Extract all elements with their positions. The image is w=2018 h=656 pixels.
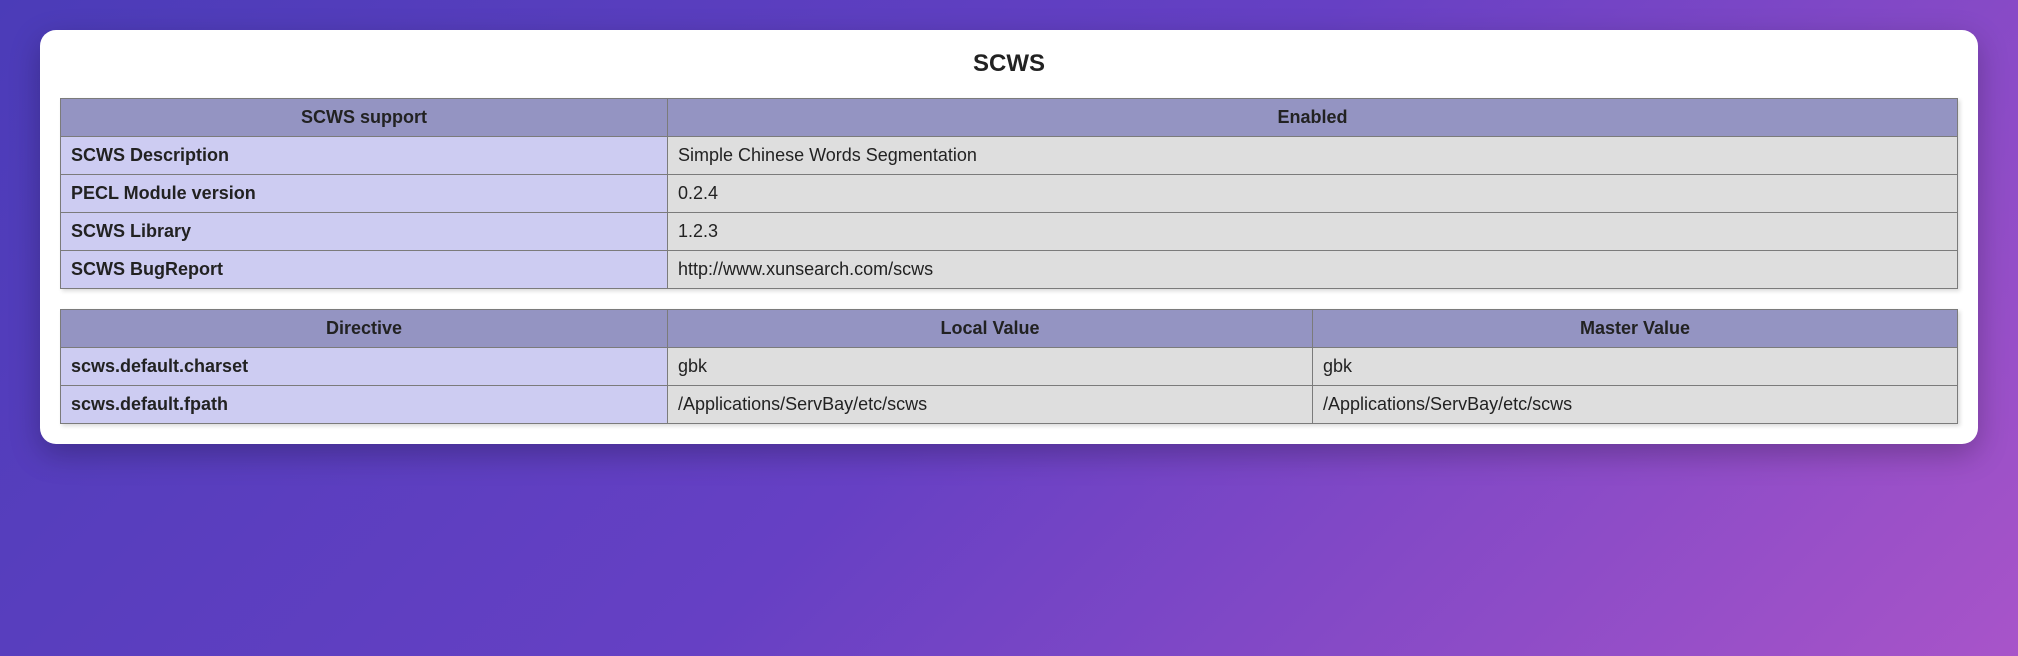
directive-name: scws.default.fpath [61, 386, 668, 424]
info-value: http://www.xunsearch.com/scws [668, 251, 1958, 289]
info-key: PECL Module version [61, 175, 668, 213]
info-key: SCWS Description [61, 137, 668, 175]
directive-master: gbk [1313, 348, 1958, 386]
table-row: SCWS BugReport http://www.xunsearch.com/… [61, 251, 1958, 289]
directive-master: /Applications/ServBay/etc/scws [1313, 386, 1958, 424]
phpinfo-card: SCWS SCWS support Enabled SCWS Descripti… [40, 30, 1978, 444]
info-value: 1.2.3 [668, 213, 1958, 251]
section-title: SCWS [60, 50, 1958, 78]
master-value-header: Master Value [1313, 310, 1958, 348]
info-key: SCWS BugReport [61, 251, 668, 289]
directives-header-row: Directive Local Value Master Value [61, 310, 1958, 348]
directives-table: Directive Local Value Master Value scws.… [60, 309, 1958, 424]
table-row: SCWS Library 1.2.3 [61, 213, 1958, 251]
table-row: PECL Module version 0.2.4 [61, 175, 1958, 213]
directive-local: gbk [668, 348, 1313, 386]
local-value-header: Local Value [668, 310, 1313, 348]
info-header-support: SCWS support [61, 99, 668, 137]
table-row: SCWS Description Simple Chinese Words Se… [61, 137, 1958, 175]
info-value: Simple Chinese Words Segmentation [668, 137, 1958, 175]
directive-local: /Applications/ServBay/etc/scws [668, 386, 1313, 424]
info-header-enabled: Enabled [668, 99, 1958, 137]
directive-name: scws.default.charset [61, 348, 668, 386]
info-value: 0.2.4 [668, 175, 1958, 213]
info-key: SCWS Library [61, 213, 668, 251]
table-row: scws.default.fpath /Applications/ServBay… [61, 386, 1958, 424]
directive-header: Directive [61, 310, 668, 348]
info-table: SCWS support Enabled SCWS Description Si… [60, 98, 1958, 289]
table-row: scws.default.charset gbk gbk [61, 348, 1958, 386]
info-table-header-row: SCWS support Enabled [61, 99, 1958, 137]
